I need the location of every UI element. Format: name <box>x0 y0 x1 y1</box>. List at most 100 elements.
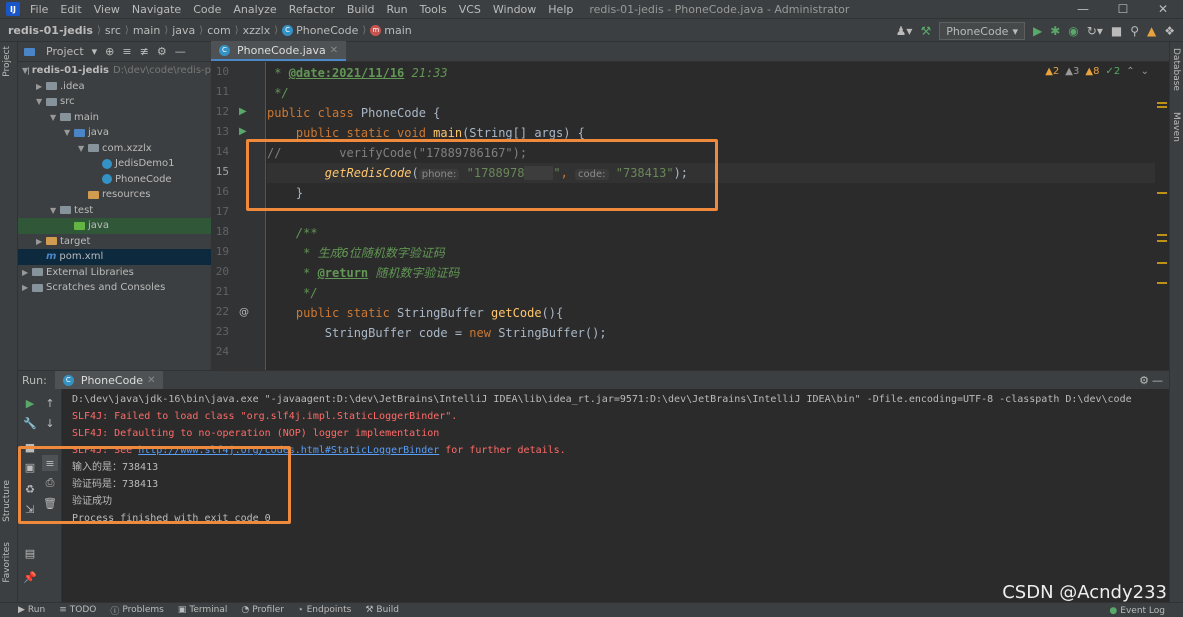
breadcrumb-com[interactable]: com <box>207 24 231 37</box>
restore-layout-icon[interactable]: ♻ <box>22 481 38 497</box>
print-icon[interactable]: ⎙ <box>42 475 58 491</box>
stripe-mark[interactable] <box>1157 192 1167 194</box>
maven-tool-button[interactable]: Maven <box>1171 112 1181 142</box>
menu-view[interactable]: View <box>88 3 126 16</box>
breadcrumb-xzzlx[interactable]: xzzlx <box>243 24 271 37</box>
code-area[interactable]: * @date:2021/11/16 21:33 */ public class… <box>267 62 1155 370</box>
run-config-select[interactable]: PhoneCode ▾ <box>939 22 1025 40</box>
stop-icon[interactable]: ■ <box>22 439 38 455</box>
terminal-tool-button[interactable]: ▣ Terminal <box>178 605 228 615</box>
breadcrumb-main[interactable]: main <box>133 24 160 37</box>
minimize-icon[interactable]: — <box>1063 0 1103 18</box>
run-class-icon[interactable]: ▶ <box>239 106 247 117</box>
event-log-button[interactable]: ● Event Log <box>1109 603 1165 617</box>
tree-item-package[interactable]: ▼ com.xzzlx <box>18 141 211 157</box>
user-icon[interactable]: ♟▾ <box>896 24 913 38</box>
rerun-icon[interactable]: ▶ <box>22 395 38 411</box>
tree-item-target[interactable]: ▶ target <box>18 234 211 250</box>
menu-vcs[interactable]: VCS <box>453 3 487 16</box>
tree-item-test[interactable]: ▼ test <box>18 203 211 219</box>
tree-item-main[interactable]: ▼ main <box>18 110 211 126</box>
plugin-icon[interactable]: ❖ <box>1164 24 1175 38</box>
stripe-mark[interactable] <box>1157 102 1167 104</box>
stripe-mark[interactable] <box>1157 262 1167 264</box>
menu-tools[interactable]: Tools <box>414 3 453 16</box>
console-output[interactable]: D:\dev\java\jdk-16\bin\java.exe "-javaag… <box>72 391 1168 603</box>
tree-item-jedisdemo1[interactable]: JedisDemo1 <box>18 156 211 172</box>
stripe-mark[interactable] <box>1157 234 1167 236</box>
wrench-icon[interactable]: 🔧 <box>22 415 38 431</box>
database-tool-button[interactable]: Database <box>1171 48 1181 91</box>
search-icon[interactable]: ⚲ <box>1130 24 1139 38</box>
stop-icon[interactable]: ■ <box>1111 24 1122 38</box>
close-icon[interactable]: ✕ <box>330 45 338 56</box>
hide-icon[interactable]: — <box>1152 374 1163 387</box>
project-view-select[interactable]: Project <box>46 45 84 58</box>
maximize-icon[interactable]: ☐ <box>1103 0 1143 18</box>
menu-file[interactable]: File <box>24 3 54 16</box>
locate-icon[interactable]: ⊕ <box>105 45 114 58</box>
breadcrumb-class[interactable]: C PhoneCode <box>282 24 358 37</box>
breadcrumb-src[interactable]: src <box>105 24 121 37</box>
menu-help[interactable]: Help <box>542 3 579 16</box>
hide-icon[interactable]: — <box>175 45 186 58</box>
camera-icon[interactable]: ▣ <box>22 459 38 475</box>
tree-item-root[interactable]: ▼ redis-01-jedis D:\dev\code\redis-p <box>18 63 211 79</box>
export-icon[interactable]: ⇲ <box>22 501 38 517</box>
menu-analyze[interactable]: Analyze <box>227 3 282 16</box>
tree-item-pom[interactable]: m pom.xml <box>18 249 211 265</box>
project-tool-button[interactable]: Project <box>2 46 12 77</box>
tree-item-scratches[interactable]: ▶ Scratches and Consoles <box>18 280 211 296</box>
build-tool-button[interactable]: ⚒ Build <box>365 605 399 615</box>
gear-icon[interactable]: ⚙ <box>157 45 167 58</box>
trash-icon[interactable]: 🗑 <box>42 495 58 511</box>
endpoints-tool-button[interactable]: ⋆ Endpoints <box>298 605 351 615</box>
down-arrow-icon[interactable]: ↓ <box>42 415 58 431</box>
hammer-icon[interactable]: ⚒ <box>920 24 931 38</box>
problems-tool-button[interactable]: ⓘ Problems <box>110 604 164 617</box>
close-icon[interactable]: ✕ <box>1143 0 1183 18</box>
pin-icon[interactable]: 📌 <box>22 569 38 585</box>
menu-run[interactable]: Run <box>381 3 414 16</box>
update-icon[interactable]: ▲ <box>1147 24 1156 38</box>
run-tool-button[interactable]: ▶ Run <box>18 605 45 615</box>
tree-item-idea[interactable]: ▶ .idea <box>18 79 211 95</box>
menu-build[interactable]: Build <box>341 3 381 16</box>
run-tab-phonecode[interactable]: C PhoneCode ✕ <box>54 371 164 389</box>
chevron-down-icon[interactable]: ⌄ <box>1141 66 1149 77</box>
up-arrow-icon[interactable]: ↑ <box>42 395 58 411</box>
tree-item-resources[interactable]: resources <box>18 187 211 203</box>
tree-item-test-java[interactable]: java <box>18 218 211 234</box>
layout-icon[interactable]: ▤ <box>22 545 38 561</box>
menu-code[interactable]: Code <box>187 3 227 16</box>
tree-item-external-libraries[interactable]: ▶ External Libraries <box>18 265 211 281</box>
menu-refactor[interactable]: Refactor <box>283 3 341 16</box>
profile-icon[interactable]: ↻▾ <box>1087 24 1103 38</box>
chevron-down-icon[interactable]: ▾ <box>92 45 98 58</box>
stripe-mark[interactable] <box>1157 106 1167 108</box>
favorites-tool-button[interactable]: Favorites <box>2 542 12 583</box>
tab-phonecode[interactable]: C PhoneCode.java ✕ <box>211 41 347 61</box>
stripe-mark[interactable] <box>1157 240 1167 242</box>
profiler-tool-button[interactable]: ◔ Profiler <box>241 605 284 615</box>
collapse-all-icon[interactable]: ≢ <box>140 45 149 58</box>
structure-tool-button[interactable]: Structure <box>2 480 12 522</box>
debug-icon[interactable]: ✱ <box>1050 24 1060 38</box>
coverage-icon[interactable]: ◉ <box>1068 24 1078 38</box>
console-link[interactable]: http://www.slf4j.org/codes.html#StaticLo… <box>138 445 439 456</box>
run-icon[interactable]: ▶ <box>1033 24 1042 38</box>
expand-all-icon[interactable]: ≡ <box>122 45 131 58</box>
inspection-widget[interactable]: ▲2 ▲3 ▲8 ✓2 ⌃ ⌄ <box>1045 66 1149 77</box>
gear-icon[interactable]: ⚙ <box>1139 374 1149 387</box>
breadcrumb-project[interactable]: redis-01-jedis <box>8 24 93 37</box>
soft-wrap-icon[interactable]: ≡ <box>42 455 58 471</box>
todo-tool-button[interactable]: ≡ TODO <box>59 605 96 615</box>
menu-edit[interactable]: Edit <box>54 3 87 16</box>
menu-navigate[interactable]: Navigate <box>126 3 187 16</box>
breadcrumb-method[interactable]: m main <box>370 24 412 37</box>
breadcrumb-java[interactable]: java <box>172 24 195 37</box>
chevron-up-icon[interactable]: ⌃ <box>1126 66 1134 77</box>
close-icon[interactable]: ✕ <box>147 375 155 386</box>
stripe-mark[interactable] <box>1157 282 1167 284</box>
tree-item-src[interactable]: ▼ src <box>18 94 211 110</box>
